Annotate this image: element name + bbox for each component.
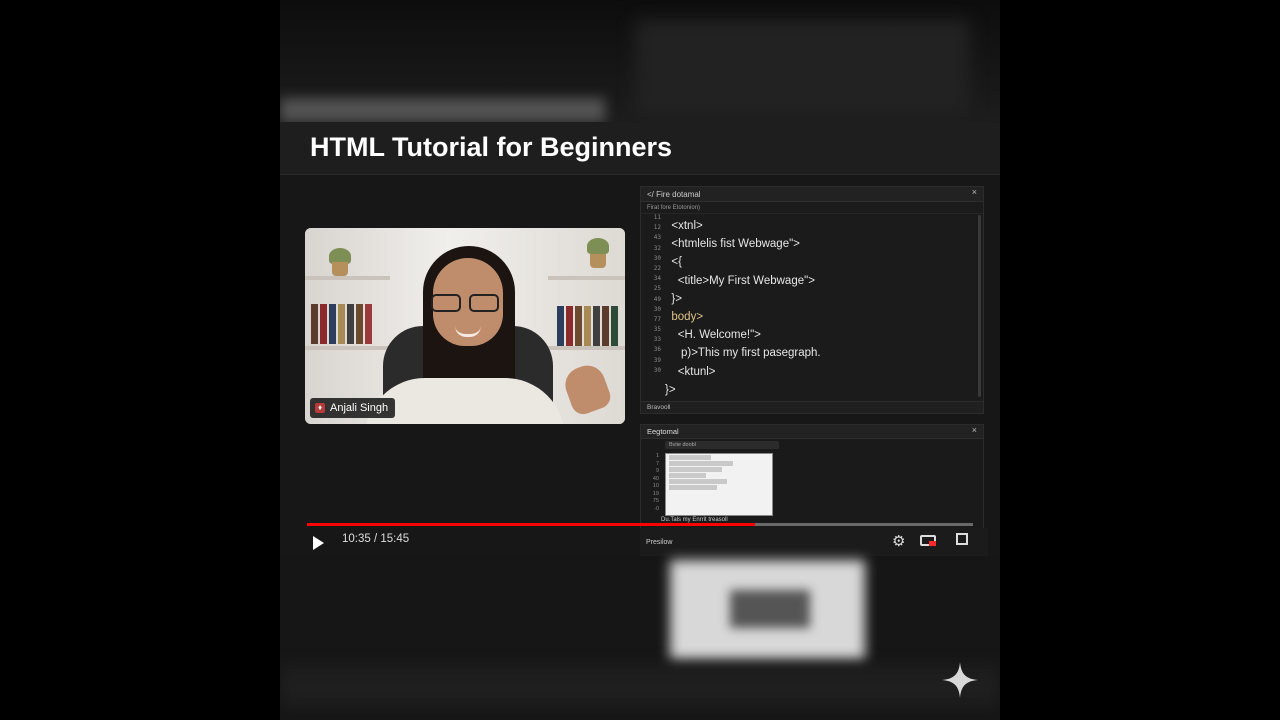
editor-line-numbers: 11 12 43 32 30 22 34 25 49 30 77 35 33 36 39 30 bbox=[653, 214, 661, 374]
video-title-bar: HTML Tutorial for Beginners bbox=[280, 122, 1000, 175]
player-controls: Presilow 10:35 / 15:45 ⚙ bbox=[280, 518, 1000, 556]
miniplayer-icon[interactable] bbox=[920, 535, 936, 546]
code-editor-panel: </ Fire dotamal × Firat fore Etotonion) … bbox=[640, 186, 984, 414]
preview-tab[interactable]: Eegtomal bbox=[647, 427, 679, 436]
fullscreen-icon[interactable] bbox=[956, 533, 968, 545]
code-line: <htmlelis fist Webwage"> bbox=[665, 238, 800, 251]
presenter-icon: ♦ bbox=[315, 403, 325, 413]
sparkle-icon bbox=[942, 662, 978, 698]
glasses bbox=[431, 294, 505, 314]
preview-close-icon[interactable]: × bbox=[972, 425, 977, 435]
code-line: <{ bbox=[665, 256, 682, 269]
preview-line-numbers: 17 9 40 10 19 75 -0 bbox=[652, 453, 659, 512]
editor-status-bar: Bravooll bbox=[641, 401, 983, 413]
code-content[interactable]: <xtnl> <htmlelis fist Webwage"> <{ <titl… bbox=[665, 217, 975, 399]
code-line: p)>This my first pasegraph. bbox=[665, 347, 821, 360]
video-player[interactable]: HTML Tutorial for Beginners ♦ Anjali Sin… bbox=[280, 122, 1000, 556]
code-line: body> bbox=[665, 310, 704, 323]
presenter-webcam: ♦ Anjali Singh bbox=[305, 228, 625, 424]
code-line: <title>My First Webwage"> bbox=[665, 274, 815, 287]
editor-scrollbar[interactable] bbox=[978, 215, 981, 397]
preview-url-bar[interactable]: Bviie doobl bbox=[665, 441, 779, 449]
editor-close-icon[interactable]: × bbox=[972, 187, 977, 197]
code-line: }> bbox=[665, 383, 676, 396]
editor-tab-bar: </ Fire dotamal × bbox=[641, 187, 983, 202]
editor-sub-label: Firat fore Etotonion) bbox=[647, 204, 701, 211]
blurred-background-top bbox=[280, 0, 1000, 122]
editor-tab[interactable]: </ Fire dotamal bbox=[647, 190, 701, 199]
video-frame: HTML Tutorial for Beginners ♦ Anjali Sin… bbox=[280, 0, 1000, 720]
editor-status-label: Bravooll bbox=[647, 404, 671, 411]
gear-icon[interactable]: ⚙ bbox=[892, 532, 905, 550]
code-line: <H. Welcome!"> bbox=[665, 329, 761, 342]
preview-tab-bar: Eegtomal × bbox=[641, 425, 983, 439]
blurred-background-bottom bbox=[280, 556, 1000, 720]
code-line: <xtnl> bbox=[665, 220, 703, 232]
play-icon[interactable] bbox=[313, 536, 324, 550]
editor-breadcrumb: Firat fore Etotonion) bbox=[641, 202, 983, 214]
code-line: <ktunl> bbox=[665, 365, 716, 378]
video-title: HTML Tutorial for Beginners bbox=[310, 132, 673, 162]
preview-webpage-thumbnail bbox=[665, 453, 773, 516]
code-line: }> bbox=[665, 292, 682, 305]
progress-bar[interactable] bbox=[307, 523, 973, 526]
time-display: 10:35 / 15:45 bbox=[342, 533, 410, 545]
preview-footer-label: Presilow bbox=[646, 538, 673, 546]
progress-fill bbox=[307, 523, 755, 526]
presenter-name-tag: ♦ Anjali Singh bbox=[310, 398, 396, 418]
presenter-name: Anjali Singh bbox=[330, 402, 389, 414]
